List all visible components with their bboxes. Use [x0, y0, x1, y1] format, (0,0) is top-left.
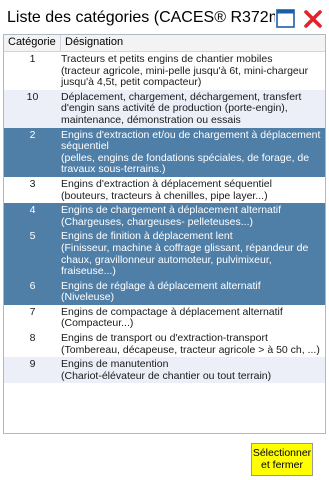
designation-cell: Engins de chargement à déplacement alter… — [61, 204, 282, 228]
designation-cell: Engins de réglage à déplacement alternat… — [61, 279, 261, 304]
designation-cell: Engins de transport ou d'extraction-tran… — [61, 332, 320, 356]
category-code-cell: 7 — [29, 305, 36, 318]
maximize-button[interactable] — [275, 9, 297, 29]
category-code-cell: 5 — [29, 230, 36, 243]
category-code-cell: 6 — [29, 279, 36, 292]
column-header-categorie[interactable]: Catégorie — [4, 35, 61, 51]
table-row[interactable]: 4 Engins de chargement à déplacement alte… — [4, 203, 325, 230]
table-row[interactable]: 8 Engins de transport ou d'extraction-tra… — [4, 331, 325, 358]
category-code-cell: 10 — [26, 90, 39, 103]
select-and-close-button[interactable]: Sélectionner et fermer — [251, 443, 313, 476]
table-row[interactable]: 7 Engins de compactage à déplacement alte… — [4, 304, 325, 332]
table-row[interactable]: 9 Engins de manutention (Chariot-élévateu… — [4, 357, 325, 384]
category-list-window: Liste des catégories (CACES® R372m) Caté… — [0, 0, 329, 480]
designation-cell: Tracteurs et petits engins de chantier m… — [61, 53, 309, 89]
table-row[interactable]: 3 Engins d'extraction à déplacement séque… — [4, 176, 325, 204]
category-code-cell: 8 — [29, 332, 36, 345]
maximize-icon — [276, 9, 295, 28]
designation-cell: Engins de compactage à déplacement alter… — [61, 305, 283, 330]
window-title: Liste des catégories (CACES® R372m) — [7, 9, 275, 26]
close-icon — [304, 10, 322, 28]
category-code-cell: 3 — [29, 177, 36, 190]
designation-cell: Engins d'extraction à déplacement séquen… — [61, 177, 272, 202]
table-header: Catégorie Désignation — [4, 35, 325, 52]
column-header-designation[interactable]: Désignation — [61, 35, 325, 51]
table-row[interactable]: 1 Tracteurs et petits engins de chantier … — [4, 52, 325, 90]
designation-cell: Engins de finition à déplacement lent (F… — [61, 230, 309, 278]
table-body: 1 Tracteurs et petits engins de chantier … — [4, 52, 325, 384]
table-row[interactable]: 6 Engins de réglage à déplacement alterna… — [4, 278, 325, 305]
designation-cell: Engins de manutention (Chariot-élévateur… — [61, 358, 272, 382]
close-button[interactable] — [302, 9, 324, 29]
table-row[interactable]: 2 Engins d'extraction et/ou de chargement… — [4, 127, 325, 177]
category-code-cell: 1 — [29, 53, 36, 65]
category-code-cell: 9 — [29, 358, 36, 371]
category-table: Catégorie Désignation 1 Tracteurs et peti… — [3, 34, 326, 434]
table-row[interactable]: 10 Déplacement, chargement, déchargement,… — [4, 89, 325, 128]
category-code-cell: 2 — [29, 128, 36, 141]
designation-cell: Déplacement, chargement, déchargement, t… — [61, 90, 302, 126]
designation-cell: Engins d'extraction et/ou de chargement … — [61, 128, 321, 176]
category-code-cell: 4 — [29, 204, 36, 217]
table-row[interactable]: 5 Engins de finition à déplacement lent (… — [4, 229, 325, 279]
title-bar: Liste des catégories (CACES® R372m) — [0, 0, 329, 34]
